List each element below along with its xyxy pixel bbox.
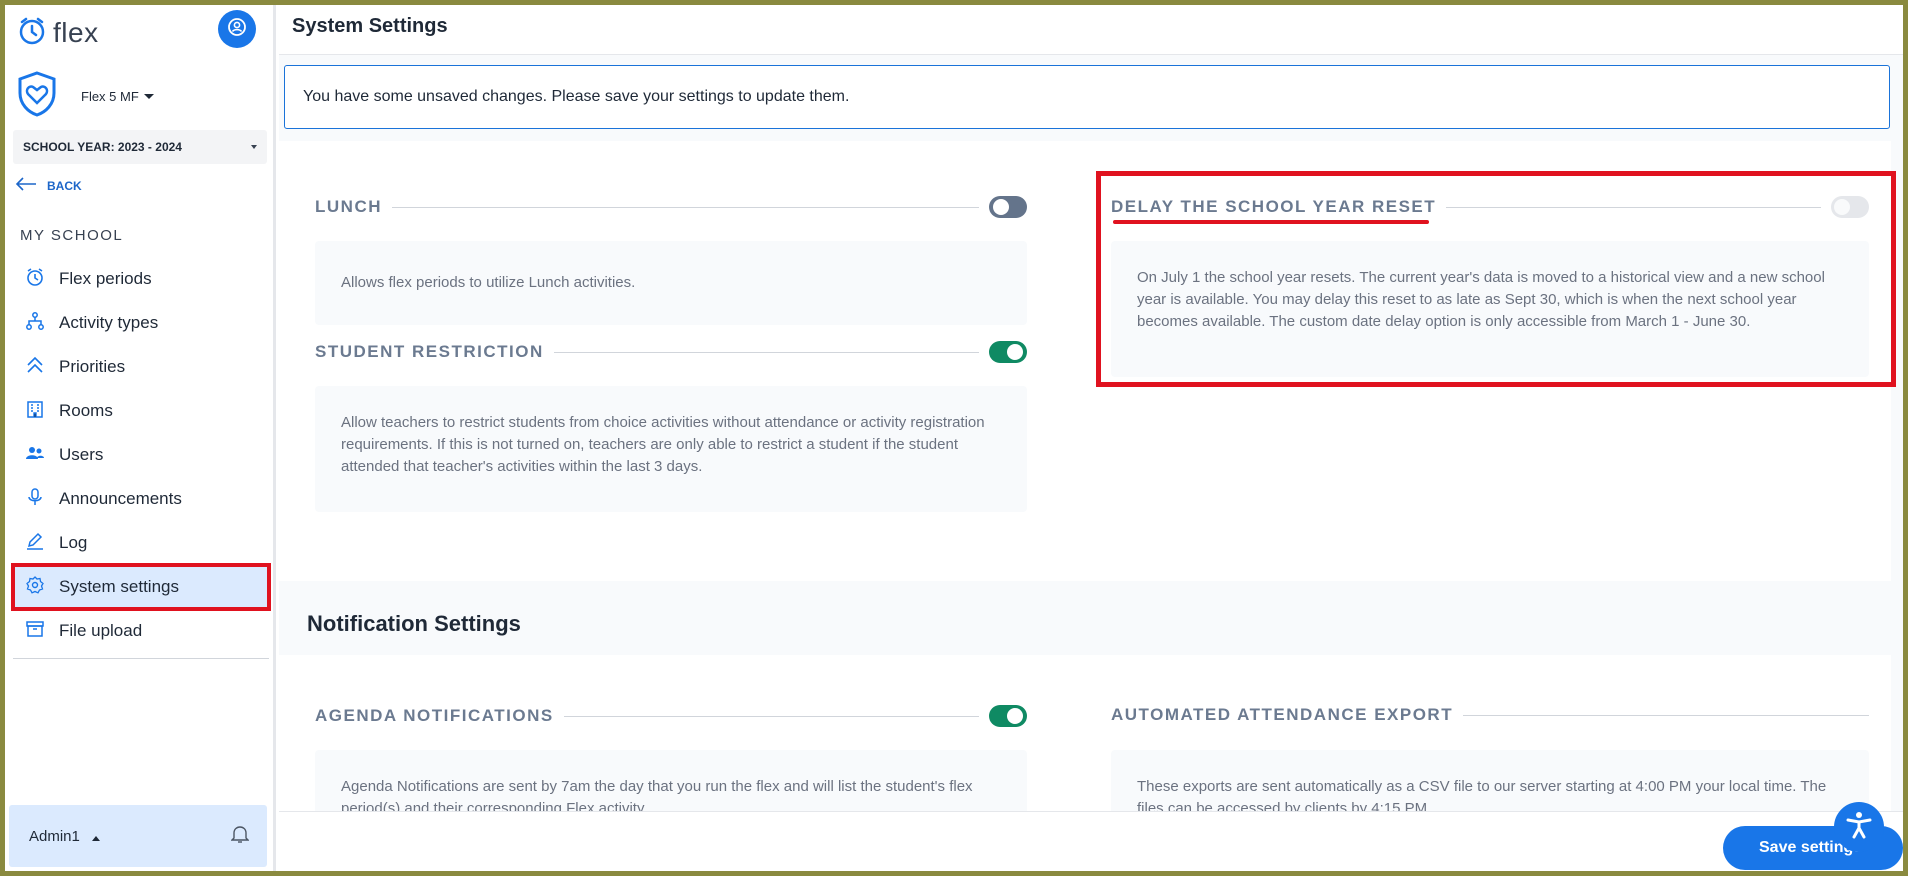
sidebar-nav: Flex periods Activity types Priorities R… bbox=[11, 257, 271, 653]
description-text: Allows flex periods to utilize Lunch act… bbox=[341, 274, 636, 291]
sidebar: flex Flex 5 MF SCHOOL YEAR: 2023 - 2024 bbox=[5, 5, 276, 871]
divider-line bbox=[553, 351, 979, 353]
sidebar-item-flex-periods[interactable]: Flex periods bbox=[13, 257, 269, 301]
sidebar-item-file-upload[interactable]: File upload bbox=[13, 609, 269, 653]
settings-panel: LUNCH Allows flex periods to utilize Lun… bbox=[279, 141, 1896, 581]
setting-title: LUNCH bbox=[315, 197, 382, 216]
alarm-clock-icon bbox=[25, 267, 45, 292]
microphone-icon bbox=[25, 487, 45, 512]
user-name: Admin1 bbox=[29, 827, 80, 845]
bell-icon[interactable] bbox=[230, 824, 250, 848]
pencil-icon bbox=[25, 531, 45, 556]
sidebar-item-system-settings[interactable]: System settings bbox=[11, 563, 271, 611]
caret-down-icon bbox=[143, 94, 154, 99]
sidebar-item-label: Priorities bbox=[59, 357, 126, 376]
divider-line bbox=[1463, 714, 1869, 716]
caret-down-icon bbox=[251, 145, 257, 149]
lunch-toggle[interactable] bbox=[989, 196, 1027, 218]
school-name: Flex 5 MF bbox=[81, 89, 139, 104]
back-label: BACK bbox=[47, 178, 82, 193]
hierarchy-icon bbox=[25, 311, 45, 336]
description-text: Allow teachers to restrict students from… bbox=[341, 414, 985, 475]
accessibility-icon bbox=[1843, 809, 1875, 846]
page-title: System Settings bbox=[292, 15, 448, 37]
notification-settings-header: Notification Settings bbox=[279, 581, 1891, 655]
sidebar-item-label: Activity types bbox=[59, 313, 159, 332]
sidebar-item-label: Users bbox=[59, 445, 104, 464]
sidebar-item-label: Log bbox=[59, 533, 88, 552]
toggle-knob bbox=[1007, 708, 1023, 724]
sidebar-item-priorities[interactable]: Priorities bbox=[13, 345, 269, 389]
sidebar-item-label: System settings bbox=[59, 577, 179, 596]
sidebar-item-label: Flex periods bbox=[59, 269, 152, 288]
school-year-label: SCHOOL YEAR: 2023 - 2024 bbox=[23, 140, 182, 154]
setting-student-restriction-description: Allow teachers to restrict students from… bbox=[315, 386, 1027, 512]
setting-student-restriction-header: STUDENT RESTRICTION bbox=[315, 341, 1027, 363]
annotation-highlight-box bbox=[1096, 171, 1896, 387]
sidebar-item-label: Rooms bbox=[59, 401, 113, 420]
caret-up-icon bbox=[92, 835, 101, 841]
double-chevron-up-icon bbox=[25, 355, 45, 380]
section-label: MY SCHOOL bbox=[20, 227, 124, 244]
top-bar: System Settings bbox=[279, 5, 1903, 55]
setting-lunch-header: LUNCH bbox=[315, 196, 1027, 218]
sidebar-item-log[interactable]: Log bbox=[13, 521, 269, 565]
shield-heart-icon bbox=[17, 71, 57, 122]
toggle-knob bbox=[993, 199, 1009, 215]
divider-line bbox=[392, 206, 979, 208]
setting-title: AGENDA NOTIFICATIONS bbox=[315, 706, 554, 725]
sidebar-item-label: Announcements bbox=[59, 489, 182, 508]
school-year-select[interactable]: SCHOOL YEAR: 2023 - 2024 bbox=[13, 130, 267, 164]
users-icon bbox=[25, 443, 45, 468]
divider-line bbox=[563, 715, 979, 717]
arrow-left-icon bbox=[15, 177, 37, 194]
user-menu[interactable]: Admin1 bbox=[9, 805, 267, 867]
clock-logo-icon bbox=[17, 16, 47, 51]
accessibility-button[interactable] bbox=[1834, 802, 1884, 852]
sidebar-item-announcements[interactable]: Announcements bbox=[13, 477, 269, 521]
agenda-notifications-toggle[interactable] bbox=[989, 705, 1027, 727]
setting-agenda-header: AGENDA NOTIFICATIONS bbox=[315, 705, 1027, 727]
sidebar-item-label: File upload bbox=[59, 621, 143, 640]
notification-panel: AGENDA NOTIFICATIONS Agenda Notification… bbox=[279, 655, 1891, 870]
footer-bar: Save settings bbox=[279, 811, 1903, 871]
student-restriction-toggle[interactable] bbox=[989, 341, 1027, 363]
section-title: Notification Settings bbox=[307, 611, 521, 636]
building-icon bbox=[25, 399, 45, 424]
sidebar-item-activity-types[interactable]: Activity types bbox=[13, 301, 269, 345]
unsaved-changes-notice: You have some unsaved changes. Please sa… bbox=[284, 65, 1890, 129]
user-switch-icon bbox=[226, 16, 248, 43]
setting-attendance-export-header: AUTOMATED ATTENDANCE EXPORT bbox=[1111, 705, 1869, 725]
notice-text: You have some unsaved changes. Please sa… bbox=[303, 88, 850, 105]
gear-icon bbox=[25, 575, 45, 600]
setting-title: AUTOMATED ATTENDANCE EXPORT bbox=[1111, 705, 1454, 724]
sidebar-divider bbox=[13, 658, 269, 659]
archive-box-icon bbox=[25, 619, 45, 644]
annotation-underline bbox=[1113, 220, 1429, 224]
brand-name: flex bbox=[53, 17, 99, 48]
setting-lunch-description: Allows flex periods to utilize Lunch act… bbox=[315, 241, 1027, 325]
brand-logo[interactable]: flex bbox=[17, 13, 99, 53]
school-selector[interactable]: Flex 5 MF bbox=[17, 71, 154, 122]
setting-title: STUDENT RESTRICTION bbox=[315, 342, 544, 361]
sidebar-item-rooms[interactable]: Rooms bbox=[13, 389, 269, 433]
profile-avatar-button[interactable] bbox=[218, 10, 256, 48]
main-content: System Settings You have some unsaved ch… bbox=[279, 5, 1903, 871]
app-frame: flex Flex 5 MF SCHOOL YEAR: 2023 - 2024 bbox=[5, 5, 1903, 871]
back-link[interactable]: BACK bbox=[15, 177, 82, 194]
toggle-knob bbox=[1007, 344, 1023, 360]
sidebar-item-users[interactable]: Users bbox=[13, 433, 269, 477]
